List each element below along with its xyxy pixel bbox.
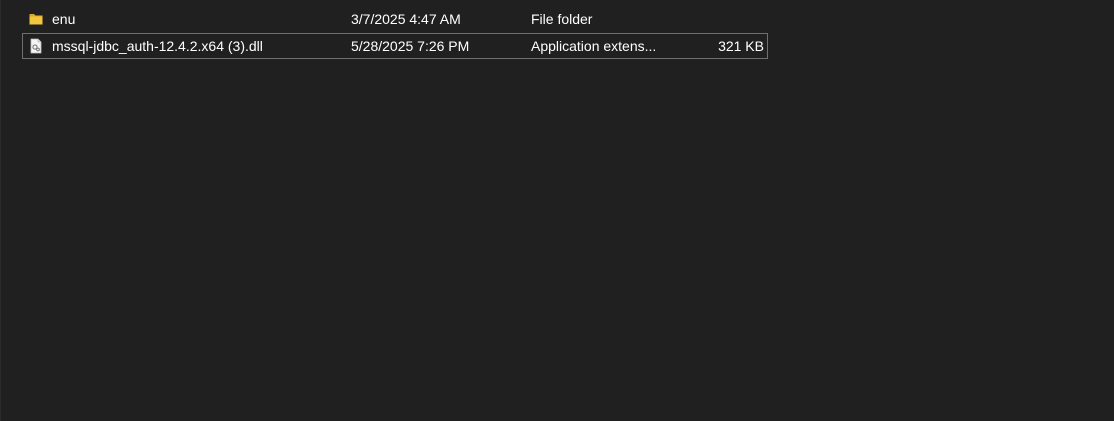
file-type: Application extens... <box>531 38 657 54</box>
file-name: mssql-jdbc_auth-12.4.2.x64 (3).dll <box>52 38 263 54</box>
file-date-modified: 3/7/2025 4:47 AM <box>351 11 461 27</box>
file-size <box>683 7 764 31</box>
file-type: File folder <box>531 11 593 27</box>
file-row-mssql-jdbc-auth-dll[interactable]: mssql-jdbc_auth-12.4.2.x64 (3).dll 5/28/… <box>22 33 768 59</box>
dll-file-icon <box>28 34 44 58</box>
file-size: 321 KB <box>718 38 764 54</box>
file-name: enu <box>52 11 76 27</box>
folder-icon <box>28 7 44 31</box>
file-date-modified: 5/28/2025 7:26 PM <box>351 38 470 54</box>
file-list-pane[interactable]: enu 3/7/2025 4:47 AM File folder mssql-j… <box>0 0 1114 421</box>
file-row-enu[interactable]: enu 3/7/2025 4:47 AM File folder <box>22 6 768 32</box>
